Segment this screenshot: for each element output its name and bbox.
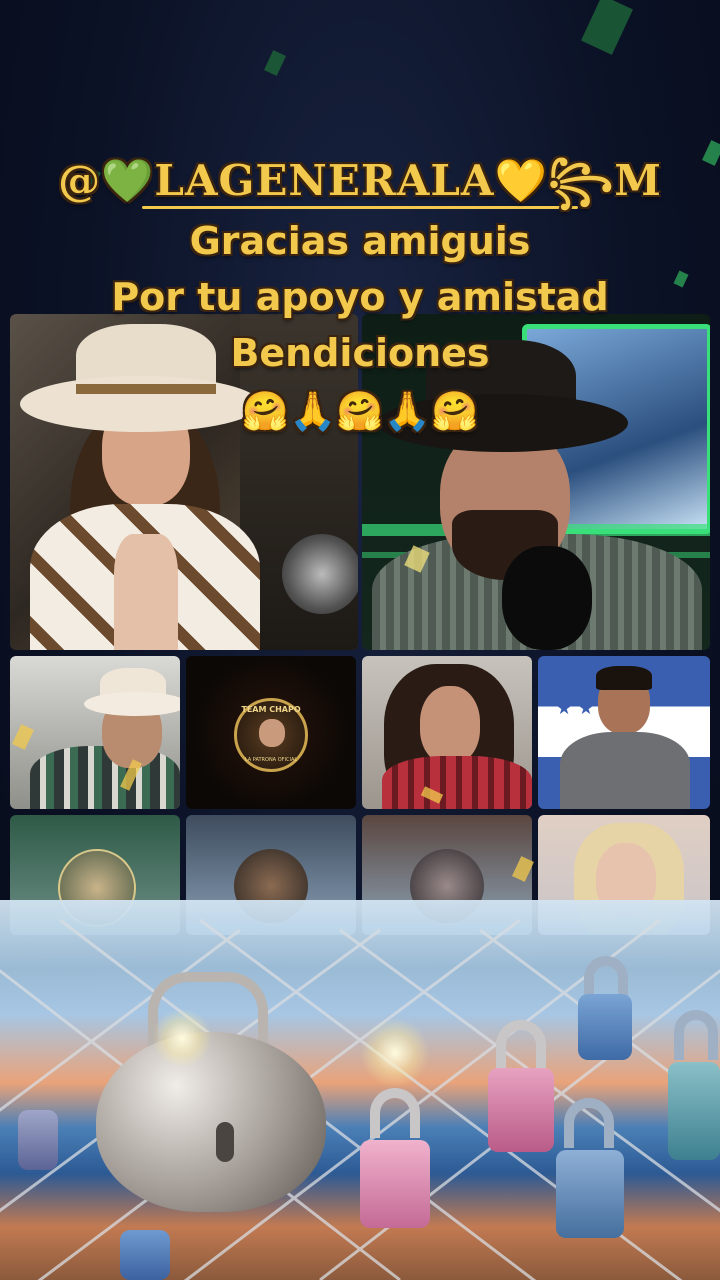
sparkle-icon [152, 1008, 212, 1068]
padlock-fence-art [0, 900, 720, 1280]
participant-tile-small-3[interactable] [362, 656, 532, 809]
confetti-piece [264, 50, 286, 76]
badge-top-text: TEAM CHAPO [241, 705, 301, 714]
padlock-icon [556, 1098, 624, 1238]
padlock-icon [360, 1088, 430, 1228]
padlock-icon [578, 956, 632, 1060]
microphone-icon [282, 534, 358, 614]
participant-tile-small-1[interactable] [10, 656, 180, 809]
padlock-icon [18, 1100, 58, 1170]
message-line-2: Por tu apoyo y amistad [111, 275, 609, 319]
padlock-icon [120, 1220, 170, 1280]
participant-tile-small-4[interactable]: ★ ★ [538, 656, 710, 809]
message-line-1: Gracias amiguis [189, 219, 531, 263]
microphone-icon [502, 546, 592, 650]
message-line-3: Bendiciones [230, 331, 490, 375]
overlay-message: @💚LAGENERALA💛꧂M Gracias amiguis Por tu a… [0, 150, 720, 441]
user-handle[interactable]: @💚LAGENERALA💛꧂M [0, 150, 720, 212]
sparkle-icon [360, 1018, 430, 1088]
flag-stars-icon: ★ ★ [556, 698, 594, 719]
team-chapo-badge: TEAM CHAPO LA PATRONA OFICIAL [234, 698, 308, 772]
confetti-piece [581, 0, 633, 55]
badge-bottom-text: LA PATRONA OFICIAL [244, 757, 298, 763]
padlock-icon [668, 1010, 720, 1160]
padlock-icon [488, 1020, 554, 1152]
emoji-row: 🤗🙏🤗🙏🤗 [241, 389, 479, 433]
participant-tile-small-2[interactable]: TEAM CHAPO LA PATRONA OFICIAL [186, 656, 356, 809]
